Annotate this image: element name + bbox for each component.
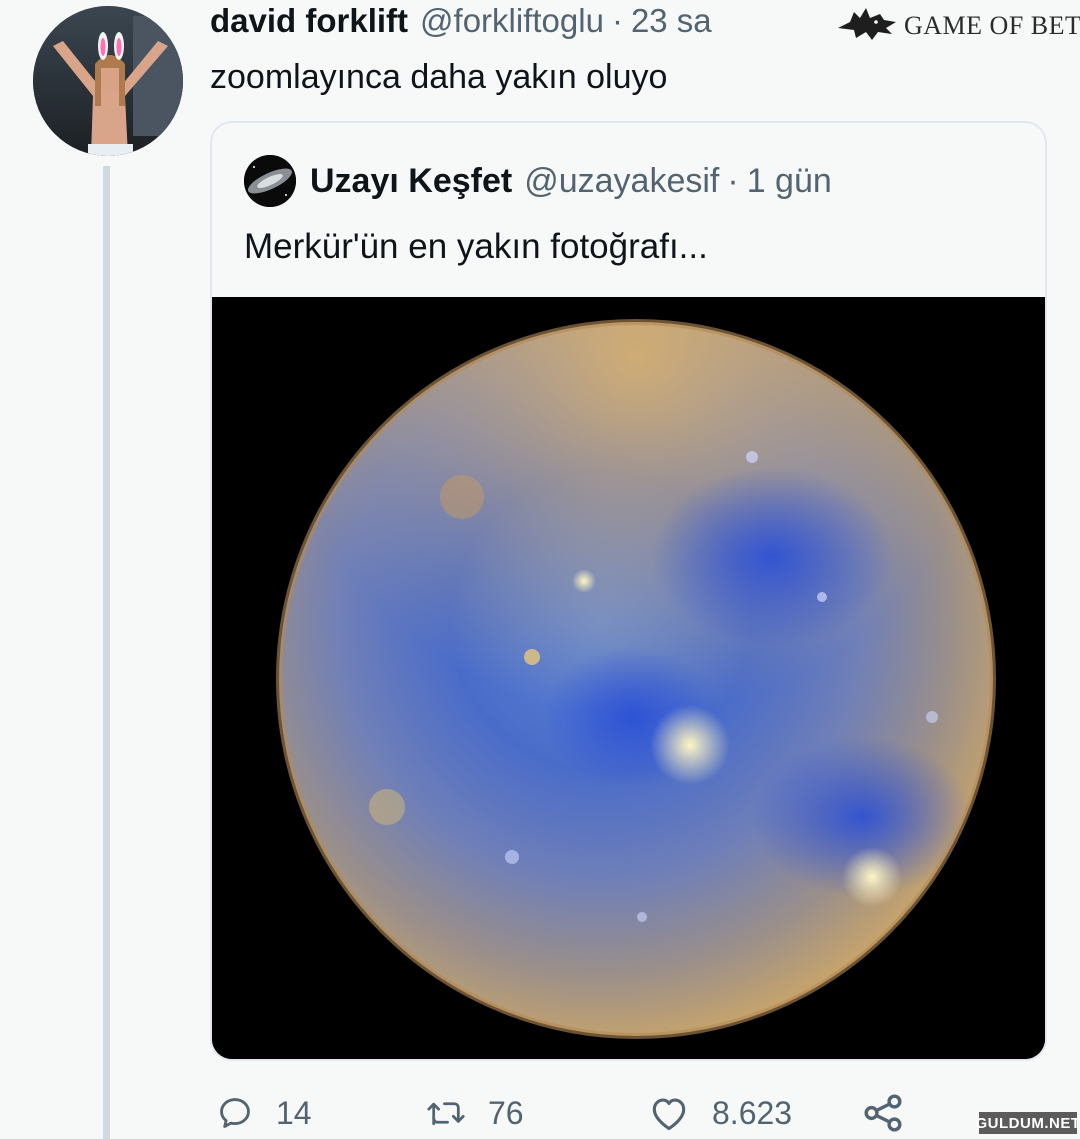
separator-dot: · (611, 2, 623, 39)
mercury-photo[interactable] (212, 297, 1045, 1059)
quoted-author-avatar[interactable] (244, 155, 296, 207)
share-button[interactable] (860, 1088, 906, 1138)
tweet-actions: 14 76 8.623 (210, 1088, 930, 1138)
reply-button[interactable]: 14 (216, 1088, 312, 1138)
wolf-logo-icon (836, 4, 898, 49)
tweet-text: zoomlayınca daha yakın oluyo (210, 58, 668, 96)
tweet-timestamp[interactable]: 23 sa (631, 2, 712, 40)
quoted-tweet-text: Merkür'ün en yakın fotoğrafı... (244, 227, 708, 266)
retweet-count: 76 (488, 1094, 524, 1131)
author-name[interactable]: david forklift (210, 2, 408, 40)
share-icon (860, 1092, 906, 1134)
quoted-author-handle[interactable]: @uzayakesif (524, 162, 719, 201)
like-button[interactable]: 8.623 (648, 1088, 792, 1138)
tweet-header: david forklift @forkliftoglu · 23 sa (210, 2, 712, 46)
heart-icon (648, 1094, 690, 1132)
gameofbet-watermark: GAME OF BET (836, 4, 1080, 48)
separator-dot: · (727, 161, 739, 200)
quoted-tweet-card[interactable]: Uzayı Keşfet @uzayakesif · 1 gün Merkür'… (210, 121, 1047, 1061)
author-handle[interactable]: @forkliftoglu (420, 2, 604, 40)
retweet-icon (426, 1094, 466, 1132)
author-avatar[interactable] (33, 6, 183, 156)
quoted-author-name[interactable]: Uzayı Keşfet (310, 162, 512, 201)
quoted-tweet-timestamp[interactable]: 1 gün (747, 162, 832, 201)
retweet-button[interactable]: 76 (426, 1088, 524, 1138)
quoted-tweet-header: Uzayı Keşfet @uzayakesif · 1 gün (244, 155, 832, 207)
reply-count: 14 (276, 1094, 312, 1131)
reply-icon (216, 1094, 254, 1132)
watermark-text-top: GAME OF BET (904, 11, 1080, 40)
like-count: 8.623 (712, 1094, 793, 1131)
thread-line (103, 166, 110, 1139)
guldum-watermark: GULDUM.NET (976, 1112, 1080, 1134)
